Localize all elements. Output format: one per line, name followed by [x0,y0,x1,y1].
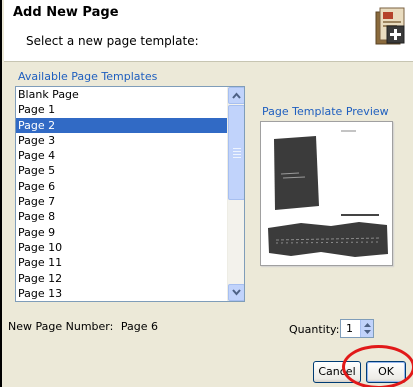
template-list-item[interactable]: Page 1 [16,102,227,117]
template-list-item[interactable]: Page 12 [16,271,227,286]
template-list-item[interactable]: Page 5 [16,163,227,178]
dialog-subtitle: Select a new page template: [26,34,199,48]
template-list-item[interactable]: Page 13 [16,286,227,301]
quantity-label: Quantity: [289,323,340,336]
template-preview-thumbnail [268,130,388,257]
template-list-item[interactable]: Page 8 [16,209,227,224]
template-list-item[interactable]: Page 4 [16,148,227,163]
template-list-scrollbar[interactable] [227,87,244,301]
quantity-value[interactable]: 1 [346,322,353,335]
arrow-up-icon [232,92,241,99]
template-list-item[interactable]: Page 7 [16,194,227,209]
template-list-item[interactable]: Blank Page [16,87,227,102]
template-list-item[interactable]: Page 11 [16,255,227,270]
scroll-down-button[interactable] [228,284,244,301]
template-list[interactable]: Blank Page Page 1 Page 2 Page 3 Page 4 P… [15,86,245,302]
template-list-item[interactable]: Page 9 [16,225,227,240]
highlight-circle-annotation [342,345,413,387]
arrow-down-icon [232,289,241,296]
dialog-header: Add New Page Select a new page template: [4,0,413,62]
template-list-item[interactable]: Page 3 [16,133,227,148]
quantity-stepper[interactable]: 1 [340,319,374,338]
add-new-page-dialog: Add New Page Select a new page template:… [0,0,413,387]
dialog-title: Add New Page [13,5,119,20]
spin-arrows-icon [364,323,371,334]
preview-label: Page Template Preview [262,105,389,118]
template-list-items: Blank Page Page 1 Page 2 Page 3 Page 4 P… [16,87,227,301]
quantity-spin-buttons[interactable] [360,320,373,337]
add-page-icon [373,6,407,50]
template-list-item[interactable]: Page 2 [16,117,227,133]
new-page-number-label: New Page Number: [8,320,114,333]
template-list-item[interactable]: Page 6 [16,179,227,194]
template-list-item[interactable]: Page 10 [16,240,227,255]
available-templates-label: Available Page Templates [18,70,158,83]
new-page-number: New Page Number: Page 6 [8,320,158,333]
new-page-number-value: Page 6 [120,320,158,333]
template-preview [260,121,393,266]
scroll-up-button[interactable] [228,87,244,104]
scrollbar-thumb[interactable] [228,105,244,200]
